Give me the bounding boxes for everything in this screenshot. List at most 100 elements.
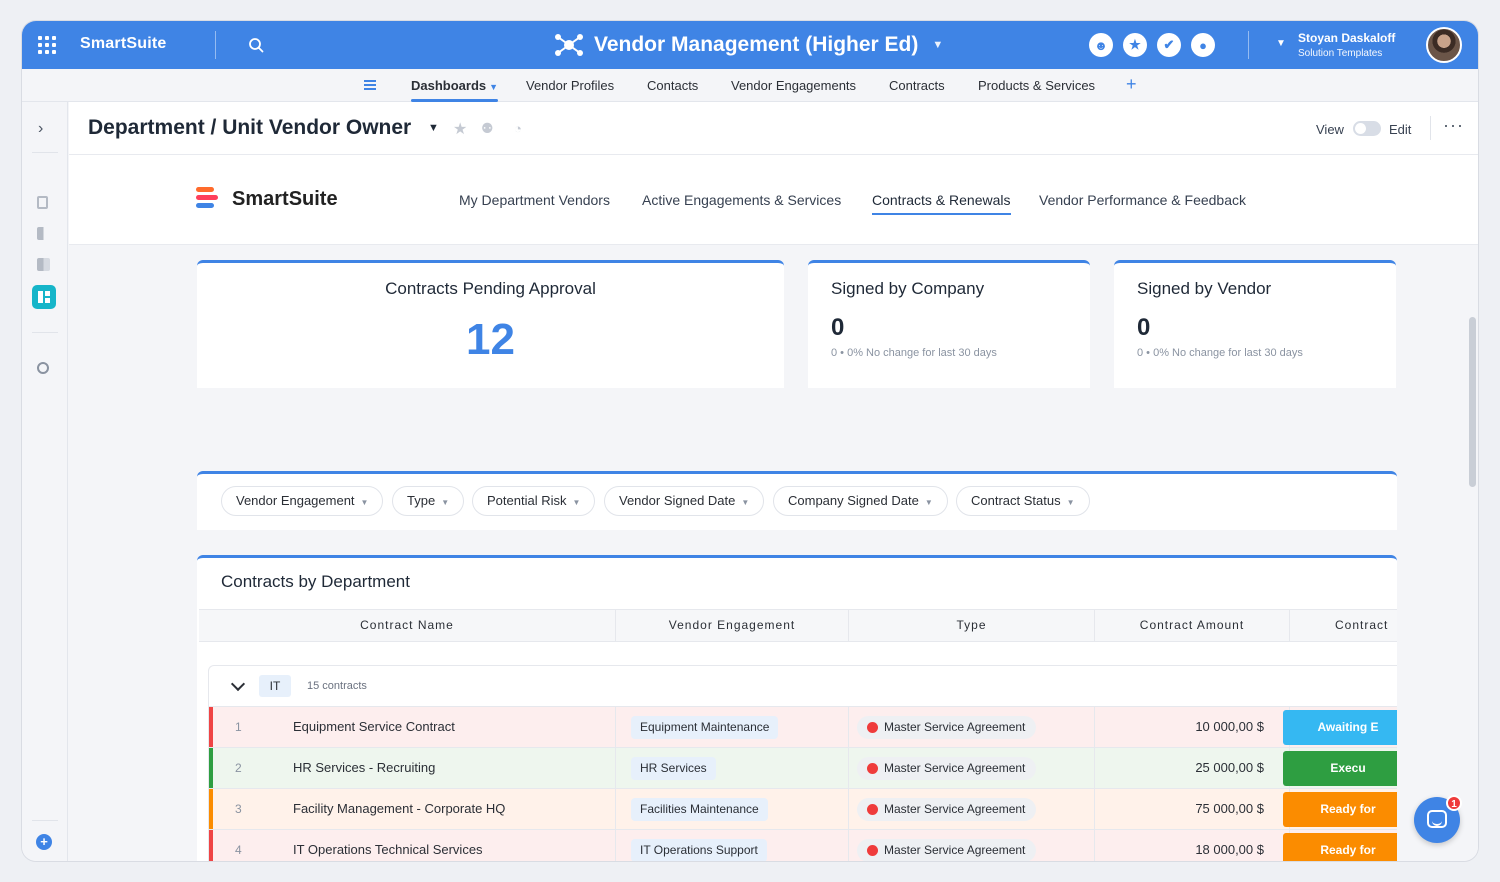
table-row[interactable]: 3 Facility Management - Corporate HQ Facil… (209, 788, 1397, 829)
chat-button[interactable]: 1 (1414, 795, 1462, 843)
type-tag[interactable]: Master Service Agreement (857, 798, 1037, 821)
tab-products-services[interactable]: Products & Services (978, 78, 1095, 93)
chevron-down-icon[interactable]: ▼ (1276, 38, 1286, 49)
tab-my-department-vendors[interactable]: My Department Vendors (459, 192, 610, 208)
tab-contracts[interactable]: Contracts (889, 78, 945, 93)
apps-grid-icon[interactable] (38, 36, 56, 54)
filter-vendor-engagement[interactable]: Vendor Engagement ▼ (221, 486, 384, 516)
stat-card-signed-vendor[interactable]: Signed by Vendor 0 0 • 0% No change for … (1114, 260, 1396, 388)
tab-contracts-renewals[interactable]: Contracts & Renewals (872, 192, 1011, 215)
type-tag[interactable]: Master Service Agreement (857, 716, 1037, 739)
solution-title-wrap[interactable]: Vendor Management (Higher Ed) ▼ (554, 31, 943, 59)
scrollbar[interactable] (1469, 317, 1476, 487)
group-it: IT 15 contracts 1 Equipment Service Contr… (208, 665, 1397, 861)
divider (615, 748, 616, 788)
column-header[interactable]: Contract (1290, 610, 1397, 641)
contract-status-badge[interactable]: Ready for (1283, 792, 1397, 827)
dashboard-canvas: Contracts Pending Approval 12 Signed by … (69, 246, 1478, 861)
column-header[interactable]: Vendor Engagement (616, 610, 849, 641)
divider (1430, 116, 1431, 140)
row-number: 1 (235, 720, 242, 734)
column-header[interactable]: Type (849, 610, 1095, 641)
filter-potential-risk[interactable]: Potential Risk ▼ (472, 486, 596, 516)
members-icon[interactable]: ☻ (1089, 33, 1113, 57)
table-row[interactable]: 2 HR Services - Recruiting HR Services Mast… (209, 747, 1397, 788)
row-color-bar (209, 707, 213, 747)
contracts-table-widget: Contracts by Department Contract Name Ve… (197, 555, 1397, 861)
user-role: Solution Templates (1298, 48, 1383, 59)
avatar[interactable] (1426, 27, 1462, 63)
row-color-bar (209, 789, 213, 829)
divider (615, 830, 616, 861)
chat-icon (1427, 810, 1447, 828)
star-icon[interactable]: ★ (453, 119, 467, 139)
page-title[interactable]: Department / Unit Vendor Owner (88, 116, 411, 140)
type-tag[interactable]: Master Service Agreement (857, 839, 1037, 861)
chevron-down-icon: ▼ (741, 498, 750, 507)
tab-vendor-profiles[interactable]: Vendor Profiles (526, 78, 614, 93)
engagement-tag[interactable]: Equipment Maintenance (631, 716, 779, 739)
chevron-down-icon: ▼ (489, 82, 499, 92)
contract-name[interactable]: HR Services - Recruiting (293, 760, 435, 775)
view-label: View (1316, 122, 1344, 137)
status-dot-icon (867, 804, 878, 815)
engagement-tag[interactable]: HR Services (631, 757, 716, 780)
search-icon[interactable] (248, 37, 264, 53)
contract-name[interactable]: IT Operations Technical Services (293, 842, 483, 857)
table-row[interactable]: 1 Equipment Service Contract Equipment Mai… (209, 706, 1397, 747)
chevron-down-icon: ▼ (924, 498, 933, 507)
view-edit-toggle[interactable] (1353, 121, 1381, 136)
menu-icon[interactable] (364, 80, 376, 90)
check-icon[interactable]: ✔ (1157, 33, 1181, 57)
filter-type[interactable]: Type ▼ (392, 486, 465, 516)
contract-name[interactable]: Facility Management - Corporate HQ (293, 801, 505, 816)
add-table-button[interactable]: + (1126, 74, 1137, 95)
tab-vendor-performance[interactable]: Vendor Performance & Feedback (1039, 192, 1246, 208)
left-rail: › + (22, 102, 68, 861)
row-color-bar (209, 830, 213, 861)
bell-icon[interactable]: ● (1191, 33, 1215, 57)
stat-card-pending[interactable]: Contracts Pending Approval 12 (197, 260, 784, 388)
type-tag[interactable]: Master Service Agreement (857, 757, 1037, 780)
stat-title: Signed by Company (831, 279, 985, 298)
table-row[interactable]: 4 IT Operations Technical Services IT Oper… (209, 829, 1397, 861)
add-view-icon[interactable]: + (36, 834, 52, 850)
contract-status-badge[interactable]: Ready for (1283, 833, 1397, 861)
stat-change: 0 • 0% No change for last 30 days (831, 347, 997, 359)
brand-name[interactable]: SmartSuite (80, 35, 166, 53)
user-circle-icon[interactable] (37, 362, 49, 374)
chevron-down-icon[interactable]: ▼ (428, 122, 439, 134)
document-icon[interactable] (37, 196, 48, 209)
divider (32, 152, 58, 153)
edit-label: Edit (1389, 122, 1412, 137)
star-icon[interactable]: ★ (1123, 33, 1147, 57)
grid-view-icon[interactable] (37, 227, 50, 240)
column-header[interactable]: Contract Name (199, 610, 616, 641)
stat-card-signed-company[interactable]: Signed by Company 0 0 • 0% No change for… (808, 260, 1090, 388)
chevron-down-icon[interactable] (230, 676, 246, 692)
filter-company-signed-date[interactable]: Company Signed Date ▼ (773, 486, 948, 516)
members-icon[interactable]: ⚉ (481, 120, 494, 137)
filter-contract-status[interactable]: Contract Status ▼ (956, 486, 1090, 516)
more-options-button[interactable]: ··· (1443, 115, 1464, 136)
chevron-down-icon: ▼ (1066, 498, 1075, 507)
engagement-tag[interactable]: IT Operations Support (631, 839, 767, 861)
engagement-tag[interactable]: Facilities Maintenance (631, 798, 768, 821)
column-header[interactable]: Contract Amount (1095, 610, 1290, 641)
divider (615, 707, 616, 747)
tab-contacts[interactable]: Contacts (647, 78, 698, 93)
user-name[interactable]: Stoyan Daskaloff (1298, 31, 1395, 45)
rss-icon[interactable]: ◔ (514, 121, 522, 136)
filter-vendor-signed-date[interactable]: Vendor Signed Date ▼ (604, 486, 765, 516)
dashboard-view-icon[interactable] (32, 285, 56, 309)
group-count: 15 contracts (307, 680, 367, 692)
tab-active-engagements[interactable]: Active Engagements & Services (642, 192, 841, 208)
status-dot-icon (867, 763, 878, 774)
contract-status-badge[interactable]: Execu (1283, 751, 1397, 786)
chevron-right-icon[interactable]: › (38, 120, 43, 138)
contract-name[interactable]: Equipment Service Contract (293, 719, 455, 734)
tab-vendor-engagements[interactable]: Vendor Engagements (731, 78, 856, 93)
tab-dashboards[interactable]: Dashboards ▼ (411, 78, 499, 102)
board-view-icon[interactable] (37, 258, 50, 271)
contract-status-badge[interactable]: Awaiting E (1283, 710, 1397, 745)
